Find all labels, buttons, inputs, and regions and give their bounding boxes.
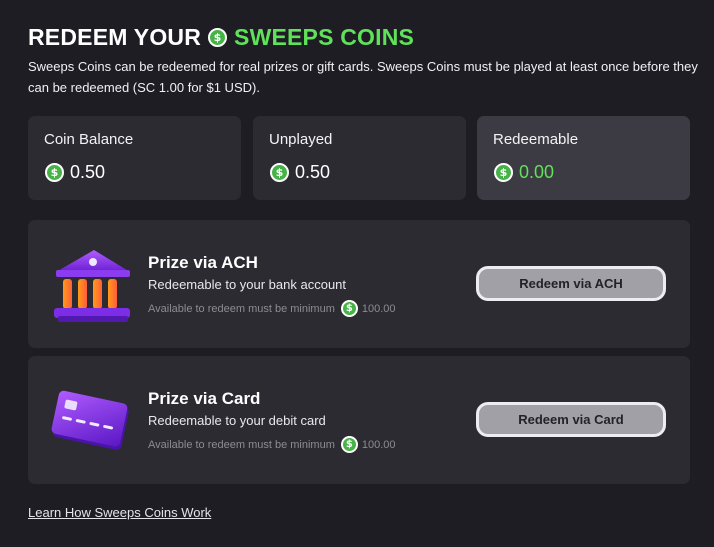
unplayed-card: Unplayed $ 0.50: [253, 116, 466, 200]
option-title: Prize via ACH: [148, 253, 258, 272]
sweeps-coin-icon: $: [208, 28, 228, 47]
sweeps-coin-icon: $: [340, 436, 358, 453]
title-highlight: SWEEPS COINS: [234, 24, 415, 50]
learn-how-link[interactable]: Learn How Sweeps Coins Work: [28, 505, 211, 520]
page-title: REDEEM YOUR $ SWEEPS COINS: [28, 24, 414, 51]
minimum-value: 100.00: [361, 438, 396, 451]
option-minimum: Available to redeem must be minimum $ 10…: [148, 436, 396, 453]
sweeps-coin-icon: $: [45, 163, 64, 182]
stat-value: $ 0.50: [270, 162, 330, 183]
redeemable-card: Redeemable $ 0.00: [477, 116, 690, 200]
stat-label: Redeemable: [493, 131, 579, 148]
stat-amount: 0.00: [519, 162, 555, 182]
title-prefix: REDEEM YOUR: [28, 24, 202, 50]
minimum-value: 100.00: [361, 302, 396, 315]
option-title: Prize via Card: [148, 389, 261, 408]
sweeps-coin-icon: $: [270, 163, 289, 182]
redeem-ach-button[interactable]: Redeem via ACH: [476, 266, 666, 301]
card-option-card: Prize via Card Redeemable to your debit …: [28, 356, 690, 484]
option-minimum: Available to redeem must be minimum $ 10…: [148, 300, 396, 317]
minimum-text: Available to redeem must be minimum: [148, 302, 335, 315]
minimum-text: Available to redeem must be minimum: [148, 438, 335, 451]
option-subtitle: Redeemable to your bank account: [148, 277, 347, 292]
page-description: Sweeps Coins can be redeemed for real pr…: [28, 59, 698, 95]
card-icon: [51, 390, 129, 450]
sweeps-coin-icon: $: [494, 163, 513, 182]
redeem-card-button[interactable]: Redeem via Card: [476, 402, 666, 437]
stat-amount: 0.50: [70, 162, 106, 182]
option-subtitle: Redeemable to your debit card: [148, 413, 326, 428]
stat-label: Unplayed: [269, 131, 333, 148]
stat-amount: 0.50: [295, 162, 331, 182]
ach-option-card: Prize via ACH Redeemable to your bank ac…: [28, 220, 690, 348]
coin-balance-card: Coin Balance $ 0.50: [28, 116, 241, 200]
stat-label: Coin Balance: [44, 131, 134, 148]
stat-value: $ 0.50: [45, 162, 105, 183]
sweeps-coin-icon: $: [340, 300, 358, 317]
bank-icon: [54, 250, 130, 322]
stat-value: $ 0.00: [494, 162, 554, 183]
